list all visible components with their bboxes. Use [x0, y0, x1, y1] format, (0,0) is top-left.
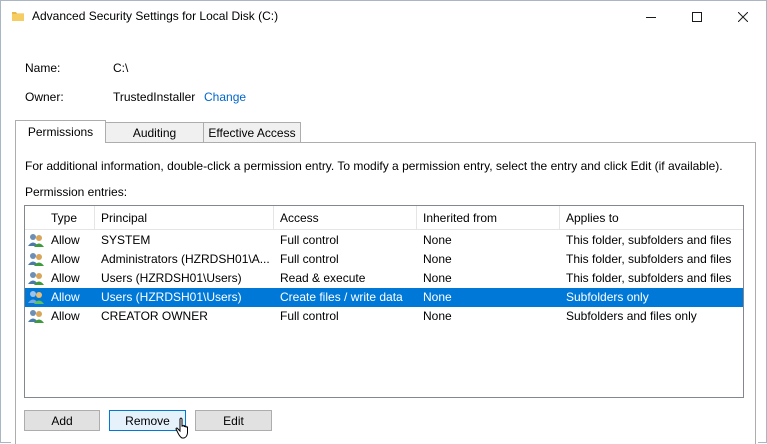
table-row[interactable]: Allow CREATOR OWNER Full control None Su… [25, 307, 743, 326]
column-applies-to[interactable]: Applies to [560, 206, 743, 230]
cell-applies-to: Subfolders and files only [566, 309, 697, 323]
users-icon [28, 272, 44, 285]
cell-applies-to: This folder, subfolders and files [566, 233, 732, 247]
cell-principal: Users (HZRDSH01\Users) [101, 271, 242, 285]
name-value: C:\ [113, 61, 129, 75]
change-owner-link[interactable]: Change [204, 90, 246, 104]
list-header: Type Principal Access Inherited from App… [25, 206, 743, 230]
cell-principal: Users (HZRDSH01\Users) [101, 290, 242, 304]
cell-type: Allow [51, 290, 80, 304]
table-row[interactable]: Allow Users (HZRDSH01\Users) Read & exec… [25, 269, 743, 288]
cell-inherited-from: None [423, 233, 452, 247]
cell-type: Allow [51, 233, 80, 247]
edit-button[interactable]: Edit [195, 410, 272, 431]
window-title: Advanced Security Settings for Local Dis… [32, 9, 279, 23]
permission-entries-list[interactable]: Type Principal Access Inherited from App… [24, 205, 744, 398]
users-icon [28, 310, 44, 323]
cell-type: Allow [51, 271, 80, 285]
permission-entries-label: Permission entries: [25, 185, 128, 199]
cell-inherited-from: None [423, 252, 452, 266]
cell-inherited-from: None [423, 309, 452, 323]
table-row[interactable]: Allow SYSTEM Full control None This fold… [25, 231, 743, 250]
users-icon [28, 253, 44, 266]
mouse-cursor-icon [175, 417, 188, 439]
edit-button-label: Edit [223, 413, 244, 428]
column-type[interactable]: Type [45, 206, 95, 230]
column-principal[interactable]: Principal [95, 206, 274, 230]
tab-auditing[interactable]: Auditing [105, 122, 204, 142]
cell-inherited-from: None [423, 271, 452, 285]
tab-permissions[interactable]: Permissions [15, 120, 106, 143]
cell-access: Full control [280, 233, 339, 247]
owner-label: Owner: [25, 90, 64, 104]
name-label: Name: [25, 61, 61, 75]
cell-applies-to: This folder, subfolders and files [566, 271, 732, 285]
cell-principal: Administrators (HZRDSH01\A... [101, 252, 270, 266]
remove-button-label: Remove [125, 413, 170, 428]
cell-applies-to: Subfolders only [566, 290, 649, 304]
cell-access: Full control [280, 309, 339, 323]
column-inherited-from[interactable]: Inherited from [417, 206, 560, 230]
tab-effective-access[interactable]: Effective Access [203, 122, 301, 142]
add-button[interactable]: Add [24, 410, 100, 431]
tab-permissions-label: Permissions [27, 125, 94, 139]
close-icon [738, 11, 748, 22]
table-row[interactable]: Allow Administrators (HZRDSH01\A... Full… [25, 250, 743, 269]
minimize-icon [646, 16, 656, 18]
cell-type: Allow [51, 309, 80, 323]
cell-access: Full control [280, 252, 339, 266]
cell-principal: SYSTEM [101, 233, 151, 247]
maximize-button[interactable] [674, 1, 720, 32]
tab-effective-access-label: Effective Access [208, 125, 296, 140]
owner-value: TrustedInstaller [113, 90, 196, 104]
users-icon [28, 234, 44, 247]
cell-applies-to: This folder, subfolders and files [566, 252, 732, 266]
close-button[interactable] [720, 1, 766, 32]
minimize-button[interactable] [628, 1, 674, 32]
column-access[interactable]: Access [274, 206, 417, 230]
cell-access: Read & execute [280, 271, 366, 285]
info-text: For additional information, double-click… [25, 159, 723, 173]
add-button-label: Add [51, 413, 73, 428]
title-bar[interactable]: Advanced Security Settings for Local Dis… [1, 1, 766, 32]
advanced-security-window: Advanced Security Settings for Local Dis… [0, 0, 767, 444]
maximize-icon [692, 11, 702, 22]
cell-inherited-from: None [423, 290, 452, 304]
users-icon [28, 291, 44, 304]
cell-type: Allow [51, 252, 80, 266]
table-row-selected[interactable]: Allow Users (HZRDSH01\Users) Create file… [25, 288, 743, 307]
folder-icon [12, 12, 24, 21]
tab-auditing-label: Auditing [132, 125, 177, 140]
cell-principal: CREATOR OWNER [101, 309, 208, 323]
cell-access: Create files / write data [280, 290, 403, 304]
